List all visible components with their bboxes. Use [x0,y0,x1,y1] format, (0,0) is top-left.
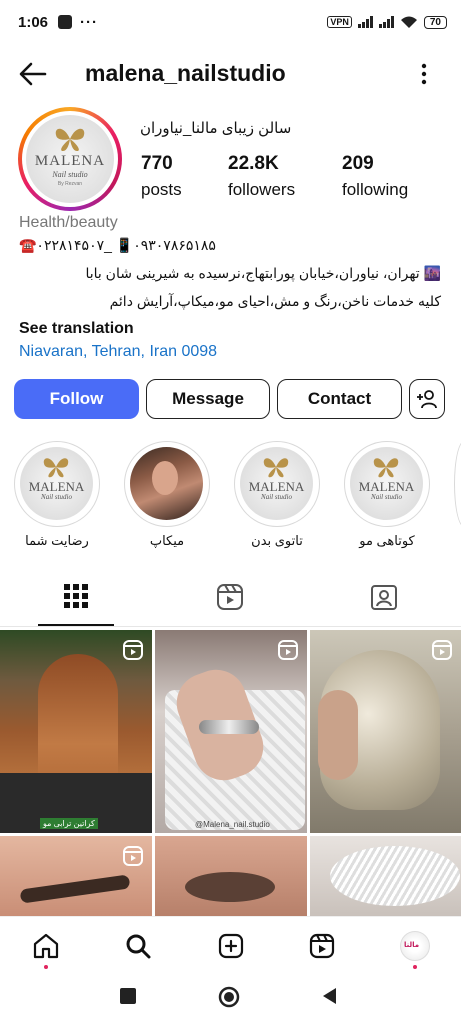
tab-posts-grid[interactable] [56,583,96,615]
vpn-icon: VPN [327,16,352,28]
avatar-frame: MALENA Nail studio By Rezvan [22,111,118,207]
highlight-3-label[interactable]: تاتوی بدن [227,533,327,549]
recent-apps-icon[interactable] [118,986,138,1006]
butterfly-icon [55,128,85,151]
highlight-logo: MALENA Nail studio [20,447,93,520]
signal-icon-2 [378,16,394,28]
back-arrow-icon[interactable] [18,60,48,88]
location-link[interactable]: Niavaran, Tehran, Iran 0098 [19,343,217,361]
highlight-4-label[interactable]: کوتاهی مو [337,533,437,549]
butterfly-icon [43,458,69,478]
highlight-sub: Nail studio [261,493,292,501]
highlight-2[interactable] [124,441,210,527]
create-post-icon [218,933,244,959]
highlight-5-partial[interactable] [454,441,461,527]
post-2[interactable]: @Malena_nail.studio [155,630,307,833]
profile-full-name: سالن زیبای مالنا_نیاوران [140,120,292,137]
highlight-2-label[interactable]: میکاپ [117,533,217,549]
logo-brand: MALENA [34,153,106,169]
profile-header: malena_nailstudio [0,50,461,98]
butterfly-icon [373,458,399,478]
suggest-people-button[interactable] [409,379,445,419]
home-notification-dot [44,965,48,969]
post-1[interactable]: کراتین ترابی مو [0,630,152,833]
add-user-icon [417,390,437,409]
wifi-icon [400,16,417,28]
nav-avatar-text: مالنا [404,942,420,949]
see-translation-link[interactable]: See translation [19,320,134,338]
grid-icon [64,584,88,608]
bio-address-line: 🌆 تهران، نیاوران،خیابان پورابتهاج،نرسیده… [85,265,441,281]
highlight-3[interactable]: MALENA Nail studio [234,441,320,527]
tab-divider [0,626,461,627]
nav-reels[interactable] [305,929,339,963]
malena-logo: MALENA Nail studio By Rezvan [26,115,114,203]
search-icon [126,934,151,959]
tagged-person-icon [371,585,397,610]
post-6[interactable] [310,836,461,916]
profile-avatar-icon: مالنا [400,931,430,961]
post-4[interactable] [0,836,152,916]
logo-subtitle: Nail studio [52,170,88,179]
signal-icon [357,16,373,28]
highlight-logo: MALENA Nail studio [240,447,313,520]
following-label[interactable]: following [342,180,408,200]
post-5[interactable] [155,836,307,916]
reel-badge-icon [432,640,452,660]
followers-label[interactable]: followers [228,180,295,200]
highlight-1[interactable]: MALENA Nail studio [14,441,100,527]
home-system-icon[interactable] [218,986,240,1008]
butterfly-icon [263,458,289,478]
highlight-makeup-photo [130,447,203,520]
app-notification-icon [58,15,73,29]
nav-create[interactable] [214,929,248,963]
status-more-dots: ··· [80,13,99,31]
followers-count[interactable]: 22.8K [228,153,279,175]
highlight-4[interactable]: MALENA Nail studio [344,441,430,527]
reel-badge-icon [123,846,143,866]
reels-icon [217,584,243,610]
profile-username: malena_nailstudio [85,60,286,86]
highlight-sub: Nail studio [41,493,72,501]
profile-category: Health/beauty [19,214,118,231]
reel-badge-icon [278,640,298,660]
home-icon [33,933,59,959]
post-3[interactable] [310,630,461,833]
post-1-tag: کراتین ترابی مو [40,818,98,829]
post-2-watermark: @Malena_nail.studio [195,820,270,829]
posts-count[interactable]: 770 [141,153,173,175]
nav-home[interactable] [29,929,63,969]
system-navigation-bar [0,974,461,1024]
status-bar: 1:06 ··· VPN 70 [0,0,461,44]
battery-icon: 70 [423,15,447,29]
bio-services-line: کلیه خدمات ناخن،رنگ و مش،احیای مو،میکاپ،… [109,293,441,309]
tab-tagged[interactable] [364,583,404,615]
follow-button[interactable]: Follow [14,379,139,419]
contact-button[interactable]: Contact [277,379,402,419]
posts-label[interactable]: posts [141,180,182,200]
reels-icon [309,933,335,959]
nav-profile[interactable]: مالنا [398,929,432,969]
bottom-navigation: مالنا [0,916,461,974]
status-indicators: VPN 70 [327,15,447,29]
tab-reels[interactable] [210,583,250,615]
bio-phone-line: ☎️۰۲۲۸۱۴۵۰۷_ 📱۰۹۳۰۷۸۶۵۱۸۵ [19,237,216,253]
profile-avatar[interactable]: MALENA Nail studio By Rezvan [18,107,122,211]
more-options-icon[interactable] [412,60,436,88]
following-count[interactable]: 209 [342,153,374,175]
logo-byline: By Rezvan [57,181,83,187]
nav-search[interactable] [121,929,155,963]
status-time: 1:06 [18,13,49,31]
highlight-logo: MALENA Nail studio [350,447,423,520]
message-button[interactable]: Message [146,379,270,419]
back-system-icon[interactable] [320,986,340,1006]
highlight-1-label[interactable]: رضایت شما [7,533,107,549]
highlight-sub: Nail studio [371,493,402,501]
reel-badge-icon [123,640,143,660]
profile-notification-dot [413,965,417,969]
